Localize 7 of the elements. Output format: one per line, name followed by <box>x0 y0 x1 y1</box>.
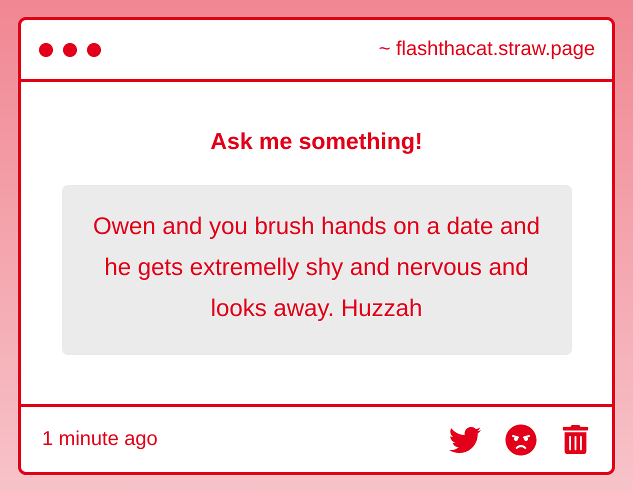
window-dots-icon <box>38 42 104 58</box>
angry-face-icon[interactable] <box>505 424 537 456</box>
trash-icon[interactable] <box>561 425 590 454</box>
question-text: Owen and you brush hands on a date and he gets extremelly shy and nervous and looks away. Huzzah <box>62 185 572 355</box>
card-title: Ask me something! <box>210 128 423 155</box>
timestamp: 1 minute ago <box>42 428 158 451</box>
page-url: ~ flashthacat.straw.page <box>378 38 595 61</box>
